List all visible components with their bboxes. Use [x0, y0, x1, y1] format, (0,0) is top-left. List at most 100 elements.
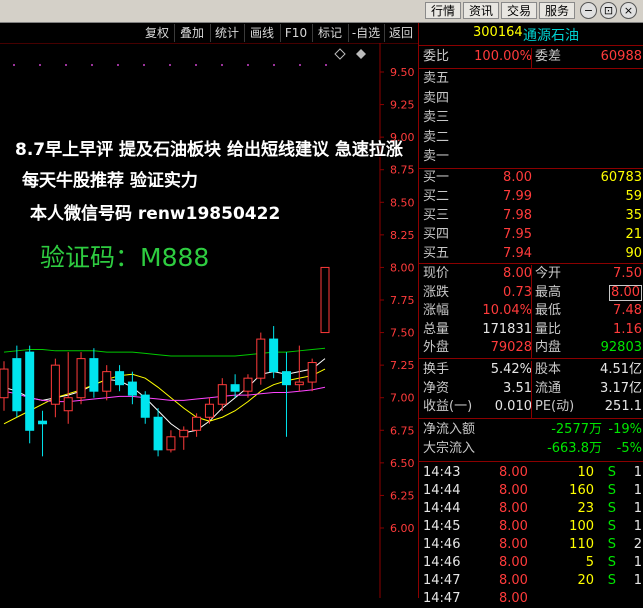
candle-body-down: [89, 358, 99, 392]
candle[interactable]: [140, 391, 150, 424]
candle[interactable]: [127, 371, 137, 405]
candle-body-up: [217, 384, 227, 405]
candle-body-up: [76, 358, 86, 399]
buy-row: 买四 7.95 21: [419, 226, 643, 244]
buy-volume: 60783: [600, 170, 642, 185]
menu-jiaoyi-button[interactable]: 交易: [501, 2, 537, 19]
tick-row: 14:46 8.00 5 S 1: [419, 554, 643, 572]
reference-dot: [247, 64, 249, 66]
reference-dot: [169, 64, 171, 66]
tick-volume: 110: [569, 537, 594, 552]
stock-code: 300164: [473, 25, 523, 40]
candle[interactable]: [269, 326, 279, 379]
price-axis-label: 7.00: [390, 392, 415, 405]
fin-value: 251.1: [604, 399, 642, 415]
price-axis-label: 8.00: [390, 261, 415, 274]
stock-header: 300164 通源石油: [419, 23, 643, 45]
price-axis-label: 7.50: [390, 327, 415, 340]
candle[interactable]: [153, 408, 163, 457]
mark-button[interactable]: 标记: [312, 24, 349, 42]
candle[interactable]: [320, 266, 330, 334]
buy-volume: 21: [625, 227, 642, 242]
candle-body-up: [192, 416, 202, 431]
buy-label: 买三: [423, 208, 450, 223]
price-axis-label: 6.25: [390, 489, 415, 502]
candle-body-up: [102, 371, 112, 392]
candle[interactable]: [38, 410, 48, 457]
stat-value: 92803: [600, 340, 642, 356]
fin-label: 换手: [423, 362, 450, 377]
menu-zixun-button[interactable]: 资讯: [463, 2, 499, 19]
menu-hangqing-button[interactable]: 行情: [425, 2, 461, 19]
stat-value: 7.48: [613, 303, 642, 319]
candle[interactable]: [243, 374, 253, 398]
price-axis-label: 6.00: [390, 522, 415, 535]
tick-row: 14:47 8.00: [419, 590, 643, 608]
candlestick-chart[interactable]: 9.509.259.008.758.508.258.007.757.507.25…: [0, 42, 418, 598]
candle[interactable]: [0, 361, 9, 411]
tick-side: S: [607, 501, 616, 516]
minimize-icon[interactable]: −: [580, 2, 597, 19]
back-button[interactable]: 返回: [384, 24, 418, 42]
candle[interactable]: [50, 358, 60, 418]
tick-price: 8.00: [499, 537, 528, 552]
kline-chart-area[interactable]: 9.50 9.25 9.00 8.75 8.50 8.25 8.00 7.75 7.50 7.25…: [0, 42, 418, 598]
tick-volume: 160: [569, 483, 594, 498]
buy-label: 买四: [423, 227, 450, 242]
fuquan-button[interactable]: 复权: [140, 24, 175, 42]
candle[interactable]: [76, 352, 86, 405]
candle[interactable]: [230, 374, 240, 398]
remove-watchlist-button[interactable]: -自选: [348, 24, 385, 42]
close-icon[interactable]: ×: [620, 2, 637, 19]
flow-percent: -19%: [608, 422, 642, 437]
tick-count: 1: [633, 501, 642, 516]
buy-row: 买一 8.00 60783: [419, 169, 643, 187]
tick-side: S: [607, 519, 616, 534]
weicha-label: 委差: [535, 49, 562, 64]
candle[interactable]: [307, 358, 317, 392]
candle-body-up: [243, 377, 253, 392]
candle-body-up: [204, 403, 214, 418]
fin-label: 流通: [535, 380, 562, 396]
candle-body-down: [127, 381, 137, 396]
statistics-button[interactable]: 统计: [210, 24, 245, 42]
flow-row: 净流入额 -2577万 -19%: [419, 421, 643, 439]
overlay-button[interactable]: 叠加: [174, 24, 211, 42]
tick-side: S: [607, 573, 616, 588]
candle[interactable]: [102, 365, 112, 401]
candle-body-down: [281, 371, 291, 386]
fin-label: PE(动): [535, 399, 575, 415]
reference-dot: [13, 64, 15, 66]
tick-count: 1: [633, 465, 642, 480]
candle[interactable]: [166, 430, 176, 453]
reference-dot: [39, 64, 41, 66]
candle[interactable]: [63, 352, 73, 424]
weibi-label: 委比: [423, 49, 450, 64]
candle[interactable]: [89, 348, 99, 398]
price-axis-label: 6.50: [390, 457, 415, 470]
candle[interactable]: [281, 352, 291, 437]
tick-row: 14:47 8.00 20 S 1: [419, 572, 643, 590]
buy-price: 7.99: [503, 189, 532, 204]
candle[interactable]: [115, 365, 125, 392]
price-axis-label: 8.25: [390, 229, 415, 242]
menu-fuwu-button[interactable]: 服务: [539, 2, 575, 19]
diamond-filled-icon[interactable]: [356, 49, 366, 59]
candle-body-up: [63, 397, 73, 412]
candle-body-up: [179, 429, 189, 438]
candle[interactable]: [294, 345, 304, 392]
restore-icon[interactable]: ⊡: [600, 2, 617, 19]
stat-label: 现价: [423, 266, 450, 281]
tick-count: 2: [633, 537, 642, 552]
draw-line-button[interactable]: 画线: [244, 24, 281, 42]
candle[interactable]: [12, 345, 22, 418]
diamond-icon[interactable]: [334, 48, 346, 60]
candle[interactable]: [256, 332, 266, 385]
reference-dot: [117, 64, 119, 66]
candle[interactable]: [179, 426, 189, 450]
f10-button[interactable]: F10: [280, 24, 313, 42]
fin-value: 4.51亿: [600, 362, 642, 377]
candle-body-up: [320, 266, 330, 334]
candle[interactable]: [25, 345, 35, 444]
candle[interactable]: [192, 413, 202, 437]
